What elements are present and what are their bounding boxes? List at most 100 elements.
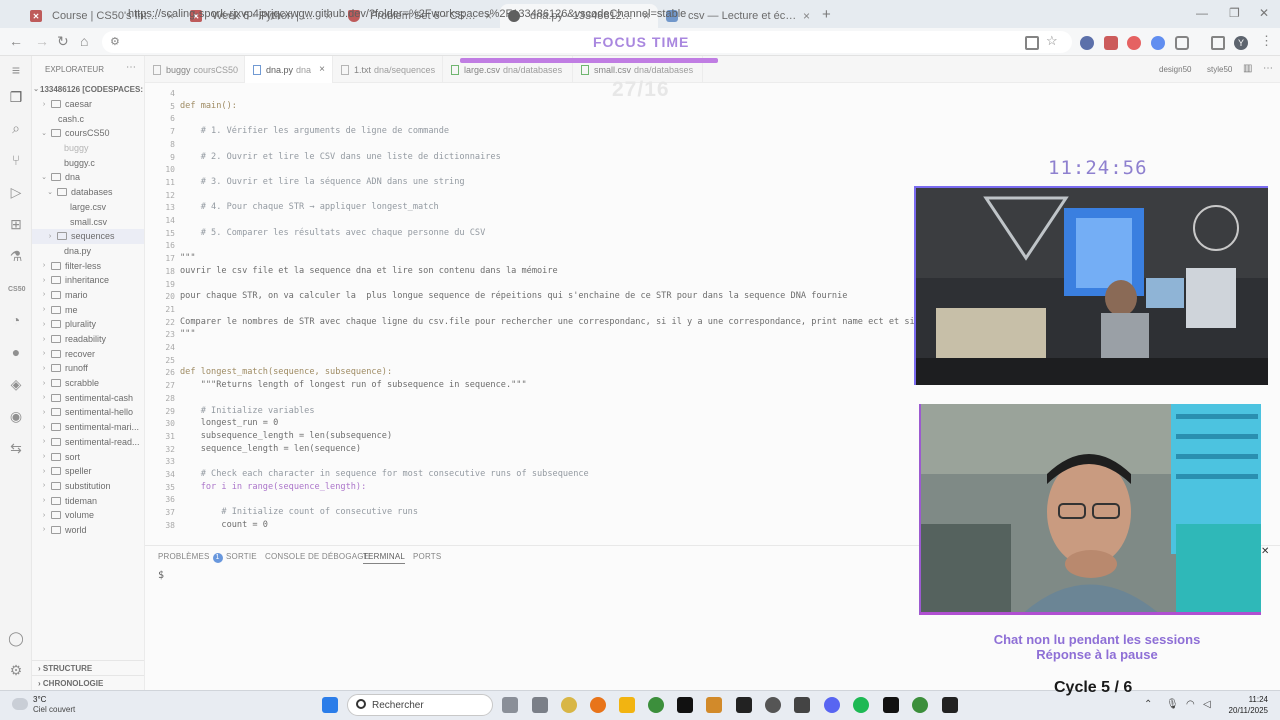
tiktok-icon[interactable] <box>883 697 899 713</box>
tree-item[interactable]: ⌄ coursCS50 <box>32 126 144 141</box>
menu-icon[interactable]: ≡ <box>8 62 24 78</box>
tree-item[interactable]: buggy <box>32 141 144 156</box>
restore-icon[interactable]: ❐ <box>1229 6 1240 20</box>
workspace-root[interactable]: ⌄ 133486126 [CODESPACES: ... <box>32 82 144 97</box>
timeline-section[interactable]: › CHRONOLOGIE <box>32 675 144 690</box>
tree-item[interactable]: large.csv <box>32 200 144 215</box>
tab-terminal[interactable]: TERMINAL <box>363 552 406 564</box>
url-field[interactable] <box>102 31 1072 53</box>
chrome-icon[interactable] <box>912 697 928 713</box>
tree-item[interactable]: › sentimental-read... <box>32 435 144 450</box>
tree-item[interactable]: › volume <box>32 508 144 523</box>
tree-item[interactable]: small.csv <box>32 214 144 229</box>
tree-item[interactable]: › sentimental-cash <box>32 390 144 405</box>
forward-icon[interactable]: → <box>35 33 49 49</box>
search-icon[interactable]: ⌕ <box>8 120 24 136</box>
outline-section[interactable]: › STRUCTURE <box>32 660 144 675</box>
task-view-icon[interactable] <box>502 697 518 713</box>
style50-button[interactable]: style50 <box>1207 65 1232 74</box>
extension-icon[interactable] <box>1104 36 1118 50</box>
tab-output[interactable]: SORTIE <box>226 552 257 561</box>
code-line[interactable]: def main(): <box>180 101 237 111</box>
code-line[interactable]: """Returns length of longest run of subs… <box>180 380 527 390</box>
source-control-icon[interactable]: ⑂ <box>8 152 24 168</box>
extension-icon[interactable] <box>1080 36 1094 50</box>
tray-chevron-icon[interactable]: ⌃ <box>1144 699 1152 710</box>
tree-item[interactable]: › substitution <box>32 479 144 494</box>
code-line[interactable]: pour chaque STR, on va calculer la plus … <box>180 291 847 301</box>
chatgpt-icon[interactable] <box>765 697 781 713</box>
settings-gear-icon[interactable]: ⚙ <box>8 662 24 678</box>
code-line[interactable]: # 4. Pour chaque STR → appliquer longest… <box>180 202 439 212</box>
code-line[interactable]: ouvrir le csv file et la sequence dna et… <box>180 266 558 276</box>
tree-item[interactable]: › sentimental-hello <box>32 405 144 420</box>
close-tab-icon[interactable]: × <box>803 9 810 23</box>
code-line[interactable]: # 5. Comparer les résultats avec chaque … <box>180 228 486 238</box>
tree-item[interactable]: cash.c <box>32 111 144 126</box>
bookmark-star-icon[interactable]: ☆ <box>1046 33 1058 49</box>
tree-item[interactable]: › recover <box>32 346 144 361</box>
code-line[interactable]: # 1. Vérifier les arguments de ligne de … <box>180 126 449 136</box>
site-settings-icon[interactable]: ⚙ <box>110 35 120 48</box>
code-line[interactable]: count = 0 <box>180 520 268 530</box>
code-line[interactable]: # 2. Ouvrir et lire le CSV dans une list… <box>180 152 501 162</box>
extensions-puzzle-icon[interactable] <box>1175 36 1189 50</box>
code-line[interactable]: for i in range(sequence_length): <box>180 482 367 492</box>
tree-item[interactable]: › readability <box>32 332 144 347</box>
tab-ports[interactable]: PORTS <box>413 552 441 561</box>
code-line[interactable]: """ <box>180 329 196 339</box>
code-line[interactable]: # Initialize count of consecutive runs <box>180 507 418 517</box>
settings-icon[interactable] <box>561 697 577 713</box>
search-app-icon[interactable] <box>590 697 606 713</box>
windows-start-icon[interactable] <box>322 697 338 713</box>
cast-icon[interactable] <box>1025 36 1039 50</box>
new-tab-icon[interactable]: + <box>822 6 831 23</box>
app-icon[interactable] <box>706 697 722 713</box>
tree-item[interactable]: › mario <box>32 288 144 303</box>
profile-avatar[interactable]: Y <box>1234 36 1248 50</box>
tree-item[interactable]: › filter-less <box>32 258 144 273</box>
code-line[interactable]: sequence_length = len(sequence) <box>180 444 361 454</box>
code-line[interactable]: # Check each character in sequence for m… <box>180 469 589 479</box>
app-icon[interactable] <box>794 697 810 713</box>
tree-item[interactable]: ⌄ databases <box>32 185 144 200</box>
tree-item[interactable]: › sentimental-mari... <box>32 420 144 435</box>
close-icon[interactable]: × <box>319 64 325 75</box>
more-actions-icon[interactable]: ⋯ <box>126 62 136 73</box>
close-window-icon[interactable]: ✕ <box>1259 6 1269 20</box>
more-actions-icon[interactable]: ⋯ <box>1263 63 1273 74</box>
tree-item[interactable]: › scrabble <box>32 376 144 391</box>
reading-list-icon[interactable] <box>1211 36 1225 50</box>
tree-item[interactable]: › inheritance <box>32 273 144 288</box>
tree-item[interactable]: › sort <box>32 449 144 464</box>
notion-icon[interactable] <box>677 697 693 713</box>
design50-button[interactable]: design50 <box>1159 65 1191 74</box>
run-debug-icon[interactable]: ▷ <box>8 184 24 200</box>
tree-item[interactable]: › sequences <box>32 228 144 244</box>
editor-tab-1-txt[interactable]: 1.txt dna/sequences <box>333 56 443 83</box>
code-line[interactable]: """ <box>180 253 196 263</box>
minimize-icon[interactable]: — <box>1196 6 1208 20</box>
notion-icon[interactable] <box>736 697 752 713</box>
tree-item[interactable]: › world <box>32 523 144 538</box>
tree-item[interactable]: › caesar <box>32 97 144 112</box>
code-line[interactable]: longest_run = 0 <box>180 418 279 428</box>
code-line[interactable]: # Initialize variables <box>180 406 315 416</box>
record-extension-icon[interactable] <box>1127 36 1141 50</box>
discord-icon[interactable] <box>824 697 840 713</box>
tree-item[interactable]: ⌄ dna <box>32 170 144 185</box>
code-line[interactable]: Comparer le nombres de STR avec chaque l… <box>180 317 951 327</box>
tree-item[interactable]: › speller <box>32 464 144 479</box>
cs50-icon[interactable]: CS50 <box>8 282 26 298</box>
tree-item[interactable]: › me <box>32 302 144 317</box>
volume-icon[interactable]: ◁ <box>1203 699 1211 710</box>
code-line[interactable]: subsequence_length = len(subsequence) <box>180 431 392 441</box>
package-icon[interactable]: ◈ <box>8 376 24 392</box>
extensions-icon[interactable]: ⊞ <box>8 216 24 232</box>
microphone-icon[interactable]: 🎙 <box>1166 699 1179 710</box>
tree-item[interactable]: dna.py <box>32 244 144 259</box>
tree-item[interactable]: › tideman <box>32 493 144 508</box>
reload-icon[interactable]: ↻ <box>57 33 69 50</box>
taskbar-clock[interactable]: 11:24 20/11/2025 <box>1218 694 1268 716</box>
tree-item[interactable]: buggy.c <box>32 155 144 170</box>
